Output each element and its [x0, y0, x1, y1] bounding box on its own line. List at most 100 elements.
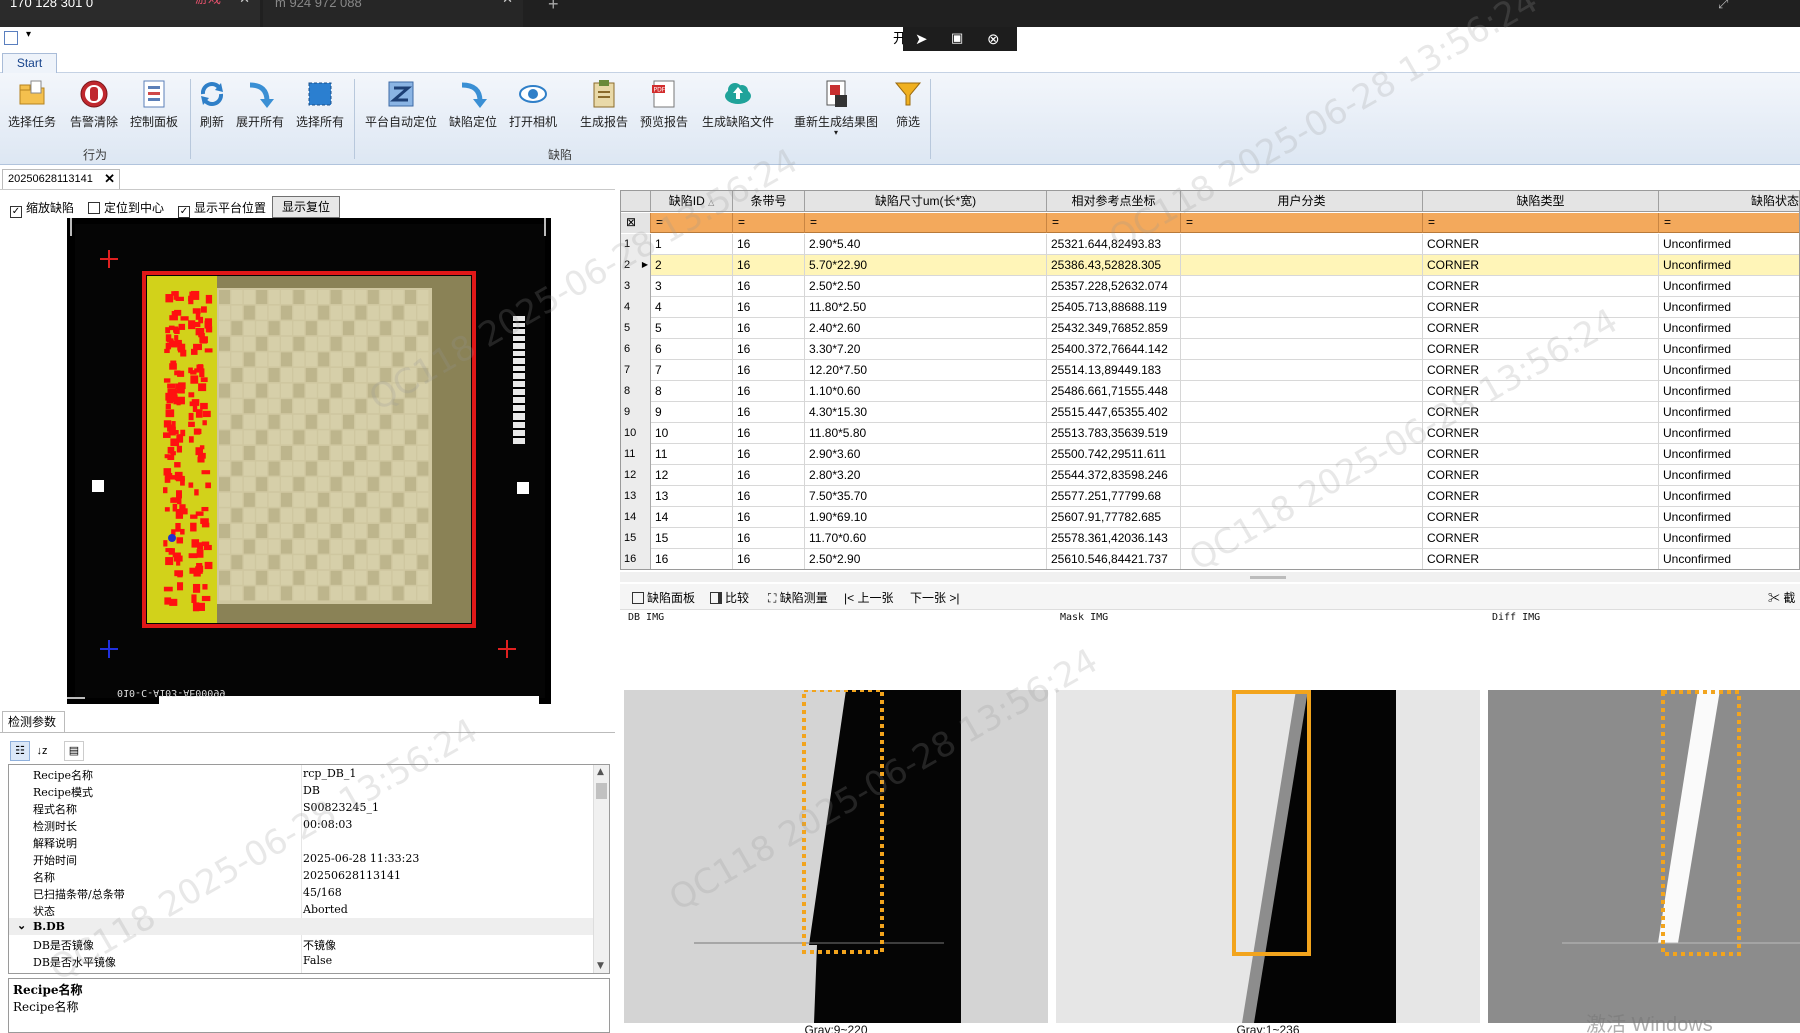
- table-cell[interactable]: CORNER: [1423, 381, 1659, 402]
- diff-image-panel[interactable]: Diff IMG 激活 Windows: [1486, 610, 1800, 1033]
- window-tab-1[interactable]: 170 128 301 0 游戏 ✕: [0, 0, 260, 27]
- table-cell[interactable]: Unconfirmed: [1659, 465, 1799, 486]
- row-number[interactable]: 11: [621, 444, 651, 465]
- table-cell[interactable]: 25486.661,71555.448: [1047, 381, 1181, 402]
- table-cell[interactable]: 4.30*15.30: [805, 402, 1047, 423]
- property-row[interactable]: Recipe模式 DB: [9, 782, 593, 799]
- db-image-panel[interactable]: DB IMG Gray:9~220: [622, 610, 1050, 1033]
- open-camera-button[interactable]: 打开相机: [509, 79, 557, 130]
- splitter-grip[interactable]: [1250, 576, 1286, 579]
- table-cell[interactable]: CORNER: [1423, 465, 1659, 486]
- platform-auto-locate-button[interactable]: 平台自动定位: [365, 79, 437, 130]
- table-cell[interactable]: [1181, 276, 1423, 297]
- sort-alpha-icon[interactable]: ↓z: [32, 741, 52, 761]
- table-cell[interactable]: CORNER: [1423, 549, 1659, 569]
- table-row[interactable]: 13 13 16 7.50*35.70 25577.251,77799.68 CORNER…: [621, 486, 1799, 507]
- table-cell[interactable]: 7.50*35.70: [805, 486, 1047, 507]
- table-cell[interactable]: 13: [651, 486, 733, 507]
- table-cell[interactable]: 16: [733, 339, 805, 360]
- measure-button[interactable]: ⛶ 缺陷测量: [768, 589, 828, 606]
- table-row[interactable]: 2 ▶ 2 16 5.70*22.90 25386.43,52828.305 CORNER U…: [621, 255, 1799, 276]
- table-cell[interactable]: Unconfirmed: [1659, 381, 1799, 402]
- expand-all-button[interactable]: 展开所有: [236, 79, 284, 130]
- table-cell[interactable]: [1181, 549, 1423, 569]
- tab-start[interactable]: Start: [2, 53, 57, 74]
- table-cell[interactable]: 5.70*22.90: [805, 255, 1047, 276]
- table-cell[interactable]: 2.50*2.90: [805, 549, 1047, 569]
- filter-button[interactable]: 筛选: [893, 79, 923, 130]
- table-cell[interactable]: Unconfirmed: [1659, 339, 1799, 360]
- table-cell[interactable]: 10: [651, 423, 733, 444]
- column-header-user-class[interactable]: 用户分类: [1181, 191, 1423, 212]
- table-cell[interactable]: 16: [733, 528, 805, 549]
- tab-detection-params[interactable]: 检测参数: [2, 711, 65, 733]
- table-cell[interactable]: 15: [651, 528, 733, 549]
- property-row[interactable]: Recipe名称 rcp_DB_1: [9, 765, 593, 782]
- filter-cell[interactable]: =: [1659, 213, 1799, 233]
- table-cell[interactable]: 25513.783,35639.519: [1047, 423, 1181, 444]
- property-row[interactable]: 已扫描条带/总条带 45/168: [9, 884, 593, 901]
- crop-button[interactable]: ✂ 截: [1768, 589, 1795, 606]
- table-row[interactable]: 14 14 16 1.90*69.10 25607.91,77782.685 CORNER…: [621, 507, 1799, 528]
- table-cell[interactable]: 3: [651, 276, 733, 297]
- table-cell[interactable]: Unconfirmed: [1659, 549, 1799, 569]
- table-cell[interactable]: [1181, 339, 1423, 360]
- row-number[interactable]: 12: [621, 465, 651, 486]
- table-cell[interactable]: Unconfirmed: [1659, 297, 1799, 318]
- table-cell[interactable]: CORNER: [1423, 276, 1659, 297]
- table-row[interactable]: 11 11 16 2.90*3.60 25500.742,29511.611 CORNER…: [621, 444, 1799, 465]
- table-row[interactable]: 8 8 16 1.10*0.60 25486.661,71555.448 CORNER Un…: [621, 381, 1799, 402]
- row-number[interactable]: 10: [621, 423, 651, 444]
- table-cell[interactable]: 12: [651, 465, 733, 486]
- table-row[interactable]: 6 6 16 3.30*7.20 25400.372,76644.142 CORNER Un…: [621, 339, 1799, 360]
- table-cell[interactable]: 1.10*0.60: [805, 381, 1047, 402]
- new-tab-icon[interactable]: +: [548, 0, 559, 15]
- table-cell[interactable]: 16: [733, 255, 805, 276]
- chevron-down-icon[interactable]: ▾: [26, 29, 31, 40]
- table-cell[interactable]: [1181, 402, 1423, 423]
- table-cell[interactable]: [1181, 507, 1423, 528]
- table-cell[interactable]: [1181, 486, 1423, 507]
- refresh-button[interactable]: 刷新: [197, 79, 227, 130]
- table-cell[interactable]: 25432.349,76852.859: [1047, 318, 1181, 339]
- table-cell[interactable]: 12.20*7.50: [805, 360, 1047, 381]
- table-cell[interactable]: 16: [733, 507, 805, 528]
- table-cell[interactable]: [1181, 297, 1423, 318]
- table-cell[interactable]: 16: [733, 276, 805, 297]
- table-cell[interactable]: Unconfirmed: [1659, 318, 1799, 339]
- table-cell[interactable]: [1181, 360, 1423, 381]
- table-cell[interactable]: Unconfirmed: [1659, 276, 1799, 297]
- table-cell[interactable]: 16: [733, 318, 805, 339]
- table-cell[interactable]: 4: [651, 297, 733, 318]
- table-cell[interactable]: [1181, 444, 1423, 465]
- table-row[interactable]: 3 3 16 2.50*2.50 25357.228,52632.074 CORNER Un…: [621, 276, 1799, 297]
- table-cell[interactable]: 25577.251,77799.68: [1047, 486, 1181, 507]
- table-cell[interactable]: CORNER: [1423, 528, 1659, 549]
- property-row[interactable]: 解释说明: [9, 833, 593, 850]
- table-cell[interactable]: 25610.546,84421.737: [1047, 549, 1181, 569]
- list-icon[interactable]: [4, 31, 18, 45]
- screen-icon[interactable]: ▣: [951, 30, 963, 46]
- table-row[interactable]: 16 16 16 2.50*2.90 25610.546,84421.737 CORNER…: [621, 549, 1799, 569]
- table-cell[interactable]: 25405.713,88688.119: [1047, 297, 1181, 318]
- property-row[interactable]: 开始时间 2025-06-28 11:33:23: [9, 850, 593, 867]
- table-cell[interactable]: 16: [733, 402, 805, 423]
- table-cell[interactable]: CORNER: [1423, 255, 1659, 276]
- splitter[interactable]: [620, 572, 1800, 582]
- row-number[interactable]: 5: [621, 318, 651, 339]
- table-cell[interactable]: 1: [651, 234, 733, 255]
- generate-defect-file-button[interactable]: 生成缺陷文件: [702, 79, 774, 130]
- table-cell[interactable]: [1181, 234, 1423, 255]
- table-cell[interactable]: [1181, 423, 1423, 444]
- table-cell[interactable]: 16: [733, 381, 805, 402]
- property-row[interactable]: DB是否镜像 不镜像: [9, 935, 593, 952]
- table-cell[interactable]: 25400.372,76644.142: [1047, 339, 1181, 360]
- table-cell[interactable]: 25515.447,65355.402: [1047, 402, 1181, 423]
- table-cell[interactable]: 16: [733, 297, 805, 318]
- table-cell[interactable]: 2.50*2.50: [805, 276, 1047, 297]
- table-cell[interactable]: 16: [733, 423, 805, 444]
- table-cell[interactable]: 25578.361,42036.143: [1047, 528, 1181, 549]
- row-number[interactable]: 3: [621, 276, 651, 297]
- row-number[interactable]: 15: [621, 528, 651, 549]
- table-row[interactable]: 9 9 16 4.30*15.30 25515.447,65355.402 CORNER U…: [621, 402, 1799, 423]
